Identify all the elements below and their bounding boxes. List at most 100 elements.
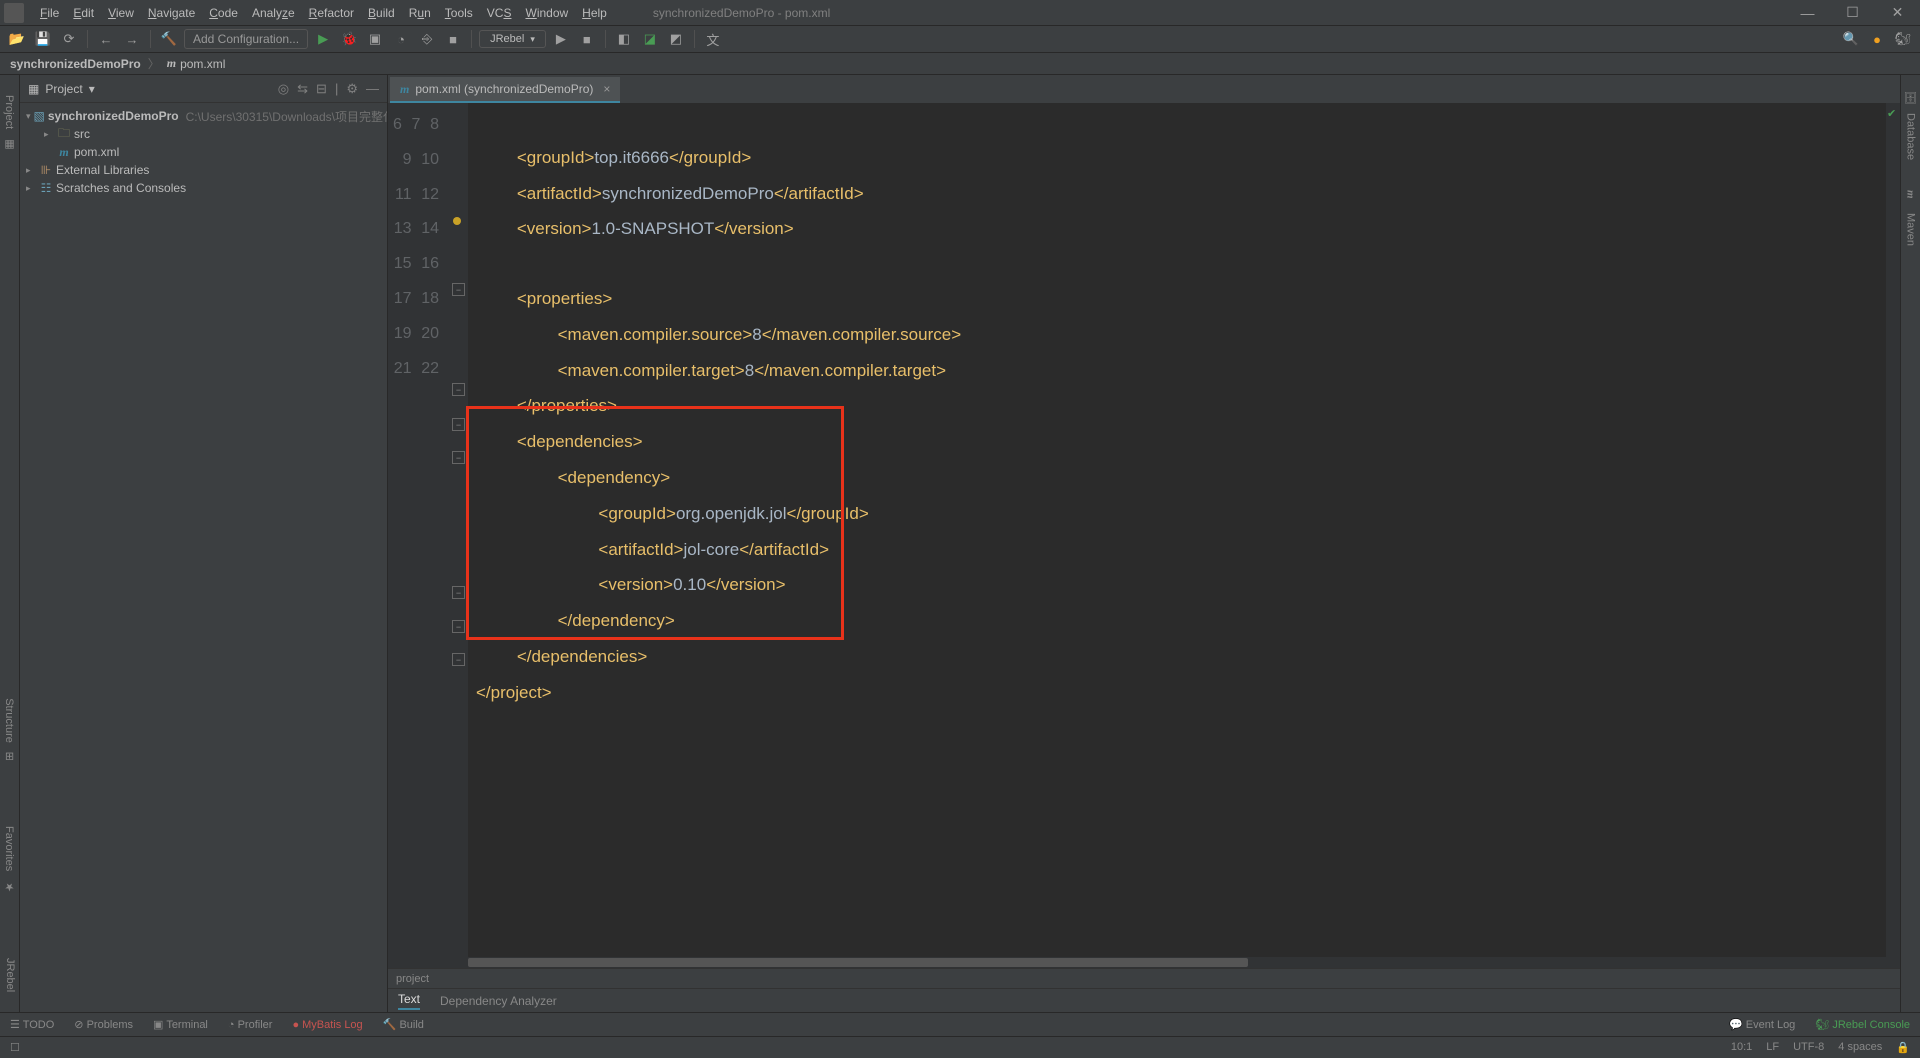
scroll-thumb[interactable] [468,958,1248,967]
hide-icon[interactable]: — [366,81,379,97]
gear-icon[interactable]: ⚙ [346,81,358,97]
tool-todo[interactable]: ☰ TODO [10,1018,54,1031]
subtab-text[interactable]: Text [398,992,420,1010]
tree-external-libs[interactable]: ▸⊪External Libraries [20,161,387,179]
menu-run[interactable]: Run [403,4,437,22]
navigation-bar: synchronizedDemoPro 〉 m pom.xml [0,53,1920,75]
menu-vcs[interactable]: VCS [481,4,518,22]
project-tree[interactable]: ▾▧ synchronizedDemoPro C:\Users\30315\Do… [20,103,387,201]
save-icon[interactable]: 💾 [32,28,54,50]
fold-icon[interactable]: − [452,283,465,296]
refresh-icon[interactable]: ⟳ [58,28,80,50]
menu-navigate[interactable]: Navigate [142,4,201,22]
search-icon[interactable]: 🔍 [1840,28,1862,50]
status-encoding[interactable]: UTF-8 [1793,1041,1824,1054]
menu-build[interactable]: Build [362,4,401,22]
stripe-project[interactable]: ▦ Project [3,85,16,156]
user-icon[interactable]: ● [1866,28,1888,50]
tool-problems[interactable]: ⊘ Problems [74,1018,133,1031]
menu-code[interactable]: Code [203,4,244,22]
editor-tab-pom[interactable]: m pom.xml (synchronizedDemoPro) × [390,77,620,103]
stripe-jrebel[interactable]: JRebel [4,948,16,1002]
file-type-icon: m [167,56,176,71]
menu-refactor[interactable]: Refactor [303,4,360,22]
tool-terminal[interactable]: ▣ Terminal [153,1018,208,1031]
fold-end-icon[interactable]: − [452,653,465,666]
jr-run-icon[interactable]: ▶ [550,28,572,50]
tool-build[interactable]: 🔨 Build [383,1018,424,1031]
menu-edit[interactable]: Edit [67,4,100,22]
code-content[interactable]: <groupId>top.it6666</groupId> <artifactI… [468,103,1886,968]
menu-file[interactable]: File [34,4,65,22]
run-icon[interactable]: ▶ [312,28,334,50]
status-lock-icon[interactable]: 🔒 [1896,1041,1910,1054]
jr-icon2[interactable]: ◪ [639,28,661,50]
fold-icon[interactable]: − [452,451,465,464]
editor-area: m pom.xml (synchronizedDemoPro) × 6 7 8 … [388,75,1900,1012]
minimize-button[interactable]: — [1785,0,1830,25]
code-editor[interactable]: 6 7 8 9 10 11 12 13 14 15 16 17 18 19 20… [388,103,1900,968]
editor-breadcrumb[interactable]: project [388,968,1900,988]
window-title: synchronizedDemoPro - pom.xml [653,6,830,20]
menu-help[interactable]: Help [576,4,613,22]
status-line-separator[interactable]: LF [1766,1041,1779,1054]
status-quick-list-icon[interactable]: ☐ [10,1041,20,1054]
status-indent[interactable]: 4 spaces [1838,1041,1882,1054]
debug-icon[interactable]: 🐞 [338,28,360,50]
run-config-dropdown[interactable]: Add Configuration... [184,29,308,49]
fold-end-icon[interactable]: − [452,620,465,633]
fold-gutter: − − − − − − − [450,103,468,968]
breadcrumb-root[interactable]: synchronizedDemoPro [10,57,141,71]
stop-icon[interactable]: ■ [442,28,464,50]
stripe-maven[interactable]: m Maven [1905,180,1917,256]
file-type-icon: m [400,82,409,97]
maximize-button[interactable]: ☐ [1830,0,1875,25]
stripe-database[interactable]: 🗄 Database [1904,85,1917,170]
attach-icon[interactable]: ⎆ [416,28,438,50]
target-icon[interactable]: ◎ [278,81,289,97]
error-stripe[interactable]: ✔ [1886,103,1900,968]
jrebel-logo-icon[interactable]: 🐿 [1892,28,1914,50]
tool-event-log[interactable]: 💬 Event Log [1729,1018,1795,1031]
status-cursor-position[interactable]: 10:1 [1731,1041,1752,1054]
tree-src[interactable]: ▸🗀src [20,125,387,143]
breadcrumb-file[interactable]: pom.xml [180,57,225,71]
subtab-dependency-analyzer[interactable]: Dependency Analyzer [440,994,557,1008]
fold-end-icon[interactable]: − [452,383,465,396]
fold-icon[interactable]: − [452,418,465,431]
back-icon[interactable]: ← [95,28,117,50]
menu-tools[interactable]: Tools [439,4,479,22]
expand-icon[interactable]: ⇆ [297,81,308,97]
profile-icon[interactable]: ◔ [390,28,412,50]
stripe-structure[interactable]: ⊞ Structure [3,688,16,766]
open-icon[interactable]: 📂 [6,28,28,50]
stripe-favorites[interactable]: ★ Favorites [3,816,16,898]
editor-sub-tabs: Text Dependency Analyzer [388,988,1900,1012]
tool-profiler[interactable]: ◔ Profiler [228,1019,273,1031]
close-tab-icon[interactable]: × [603,82,610,96]
left-tool-stripe: ▦ Project ⊞ Structure ★ Favorites JRebel [0,75,20,1012]
hammer-icon[interactable]: 🔨 [158,28,180,50]
collapse-icon[interactable]: ⊟ [316,81,327,97]
close-button[interactable]: ✕ [1875,0,1920,25]
jr-icon1[interactable]: ◧ [613,28,635,50]
jrebel-dropdown[interactable]: JRebel▾ [479,30,546,48]
forward-icon[interactable]: → [121,28,143,50]
jr-icon3[interactable]: ◩ [665,28,687,50]
jr-stop-icon[interactable]: ■ [576,28,598,50]
translate-icon[interactable]: 文 [702,28,724,50]
tool-jrebel-console[interactable]: 🐿 JRebel Console [1815,1018,1910,1031]
fold-end-icon[interactable]: − [452,586,465,599]
tool-mybatis[interactable]: ● MyBatis Log [292,1019,362,1031]
project-panel-title[interactable]: ▦ Project ▾ [28,82,95,96]
tree-scratches[interactable]: ▸☷Scratches and Consoles [20,179,387,197]
horizontal-scrollbar[interactable] [468,957,1886,968]
menu-view[interactable]: View [102,4,140,22]
menu-analyze[interactable]: Analyze [246,4,301,22]
tree-pom[interactable]: mpom.xml [20,143,387,161]
tree-root[interactable]: ▾▧ synchronizedDemoPro C:\Users\30315\Do… [20,107,387,125]
warning-marker[interactable] [453,217,461,225]
line-gutter: 6 7 8 9 10 11 12 13 14 15 16 17 18 19 20… [388,103,450,968]
menu-window[interactable]: Window [519,4,574,22]
coverage-icon[interactable]: ▣ [364,28,386,50]
